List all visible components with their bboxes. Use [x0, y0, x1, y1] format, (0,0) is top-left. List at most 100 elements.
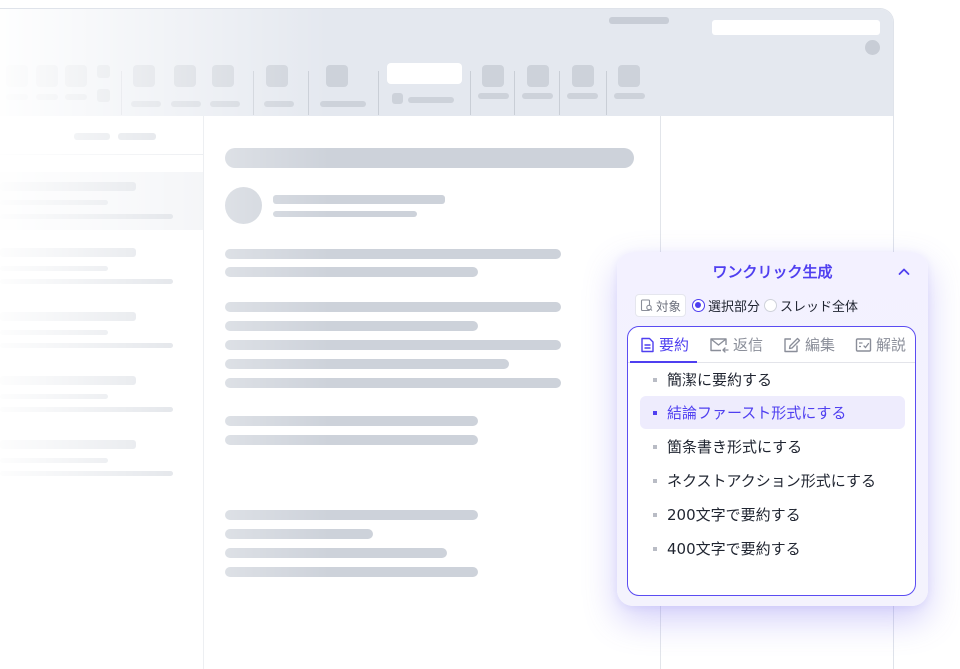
- body-line-placeholder: [225, 340, 561, 350]
- list-item[interactable]: [0, 306, 203, 364]
- message-list-pane: [0, 116, 204, 669]
- option-label: 結論ファースト形式にする: [667, 404, 847, 422]
- document-icon: [641, 337, 654, 352]
- radio-dot: [692, 298, 706, 312]
- ribbon-small-placeholder[interactable]: [392, 93, 403, 104]
- panel-title: ワンクリック生成: [712, 263, 833, 281]
- option-label: 400文字で要約する: [667, 540, 801, 558]
- list-item-title-placeholder: [0, 182, 136, 191]
- body-line-placeholder: [225, 548, 447, 558]
- ribbon-button-placeholder[interactable]: [326, 65, 348, 87]
- radio-whole-thread[interactable]: スレッド全体: [764, 296, 858, 315]
- list-item-title-placeholder: [0, 312, 136, 321]
- ribbon-divider: [514, 71, 515, 115]
- list-item-line-placeholder: [0, 458, 108, 463]
- list-item[interactable]: [0, 434, 203, 492]
- list-item-line-placeholder: [0, 330, 108, 335]
- tab-label: 編集: [805, 336, 836, 354]
- ribbon-label-placeholder: [522, 93, 553, 99]
- ribbon-label-placeholder: [614, 93, 645, 99]
- tab-explain[interactable]: 解説: [843, 327, 914, 362]
- ribbon-button-placeholder[interactable]: [133, 65, 155, 87]
- ribbon-button-placeholder[interactable]: [482, 65, 504, 87]
- explain-icon: [855, 337, 872, 352]
- list-item[interactable]: [0, 370, 203, 428]
- bullet-marker: [653, 512, 657, 517]
- avatar-placeholder[interactable]: [865, 40, 880, 55]
- ribbon-button-placeholder[interactable]: [174, 65, 196, 87]
- list-item[interactable]: [0, 172, 203, 230]
- ribbon-label-placeholder: [171, 101, 201, 107]
- option-label: ネクストアクション形式にする: [667, 472, 876, 490]
- bullet-marker: [653, 444, 657, 449]
- body-line-placeholder: [225, 359, 509, 369]
- ribbon-toolbar: [0, 9, 893, 116]
- option-next-action[interactable]: ネクストアクション形式にする: [640, 464, 905, 497]
- ribbon-button-placeholder[interactable]: [527, 65, 549, 87]
- sender-avatar-placeholder: [225, 187, 262, 224]
- body-line-placeholder: [225, 378, 561, 388]
- ribbon-label-placeholder: [408, 97, 454, 103]
- ribbon-label-placeholder: [567, 93, 598, 99]
- body-line-placeholder: [225, 567, 478, 577]
- list-item-line-placeholder: [0, 407, 173, 412]
- target-label-chip: 対象: [635, 293, 687, 317]
- tab-edit[interactable]: 編集: [771, 327, 843, 362]
- ribbon-divider: [559, 71, 560, 115]
- ribbon-divider: [253, 71, 254, 115]
- radio-label: 選択部分: [708, 299, 761, 315]
- body-line-placeholder: [225, 529, 373, 539]
- body-line-placeholder: [225, 435, 478, 445]
- ribbon-label-placeholder: [36, 94, 58, 100]
- list-item-line-placeholder: [0, 200, 108, 205]
- tab-label: 解説: [876, 336, 907, 354]
- list-filter-placeholder[interactable]: [74, 133, 110, 140]
- ribbon-button-placeholder[interactable]: [212, 65, 234, 87]
- ribbon-label-placeholder: [65, 94, 87, 100]
- ribbon-divider: [378, 71, 379, 115]
- ribbon-divider: [470, 71, 471, 115]
- ribbon-button-placeholder[interactable]: [36, 65, 58, 87]
- body-line-placeholder: [225, 416, 478, 426]
- search-box-placeholder[interactable]: [712, 20, 880, 35]
- list-item-line-placeholder: [0, 266, 108, 271]
- ribbon-button-placeholder[interactable]: [6, 65, 28, 87]
- tab-reply[interactable]: 返信: [697, 327, 771, 362]
- option-400-chars[interactable]: 400文字で要約する: [640, 532, 905, 565]
- option-label: 箇条書き形式にする: [667, 438, 803, 456]
- option-conclusion-first[interactable]: 結論ファースト形式にする: [640, 396, 905, 429]
- list-item-title-placeholder: [0, 440, 136, 449]
- ribbon-label-placeholder: [6, 94, 28, 100]
- tab-label: 要約: [659, 336, 690, 354]
- generation-options-card: 要約 返信 編集 解説 簡潔に要約する 結論ファースト形式にする 箇条書き形式に…: [627, 326, 916, 596]
- list-item-line-placeholder: [0, 214, 173, 219]
- bullet-marker: [653, 410, 657, 415]
- option-bullet-points[interactable]: 箇条書き形式にする: [640, 430, 905, 463]
- chevron-up-icon: [898, 268, 910, 275]
- ribbon-small-placeholder[interactable]: [97, 89, 110, 102]
- option-label: 簡潔に要約する: [667, 371, 773, 389]
- sender-meta-placeholder: [273, 211, 417, 217]
- collapse-button[interactable]: [894, 262, 914, 282]
- target-selector: 対象 選択部分 スレッド全体: [635, 293, 862, 317]
- option-200-chars[interactable]: 200文字で要約する: [640, 498, 905, 531]
- one-click-generate-panel: ワンクリック生成 対象 選択部分 スレッド全体 要約 返信 編集 解説 簡潔に要…: [617, 252, 928, 606]
- ribbon-small-placeholder[interactable]: [97, 65, 110, 78]
- list-header-divider: [0, 154, 203, 155]
- radio-selection-part[interactable]: 選択部分: [692, 296, 760, 315]
- ribbon-button-placeholder[interactable]: [572, 65, 594, 87]
- list-item-line-placeholder: [0, 394, 108, 399]
- list-item[interactable]: [0, 240, 203, 298]
- tab-label: 返信: [733, 336, 764, 354]
- option-label: 200文字で要約する: [667, 506, 801, 524]
- option-concise-summary[interactable]: 簡潔に要約する: [640, 363, 905, 396]
- radio-dot: [764, 298, 778, 312]
- ribbon-label-placeholder: [131, 101, 161, 107]
- list-sort-placeholder[interactable]: [118, 133, 156, 140]
- title-placeholder: [609, 17, 669, 24]
- ribbon-button-placeholder[interactable]: [65, 65, 87, 87]
- ribbon-button-placeholder[interactable]: [618, 65, 640, 87]
- tab-summary[interactable]: 要約: [628, 327, 698, 363]
- ribbon-dropdown-placeholder[interactable]: [387, 63, 462, 84]
- ribbon-button-placeholder[interactable]: [266, 65, 288, 87]
